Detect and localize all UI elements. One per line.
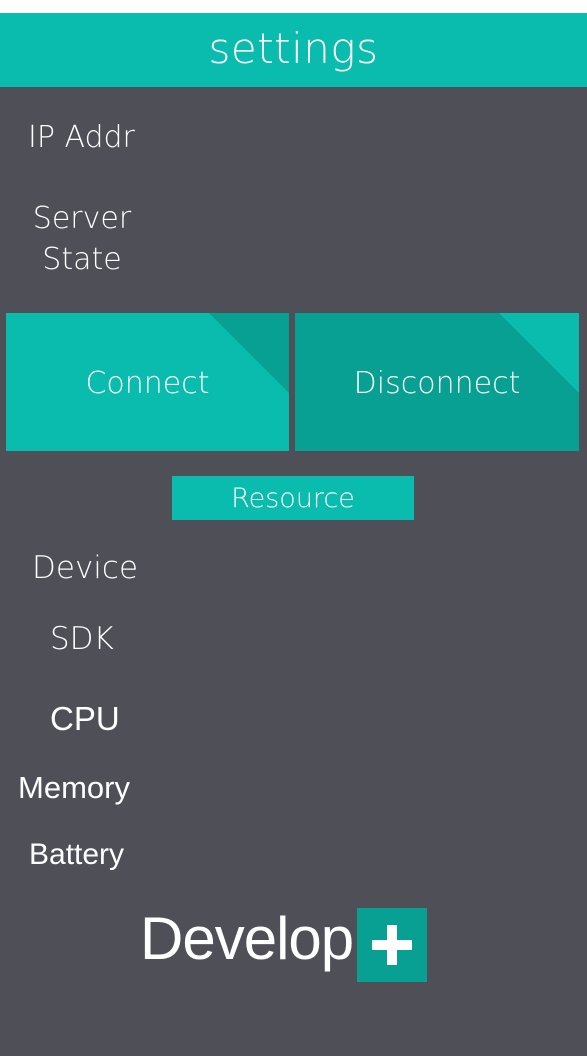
page-title: settings [208,23,379,73]
server-state-label-line1: Server [32,201,132,236]
sdk-label: SDK [50,621,114,657]
settings-screen: settings IP Addr Server State Connect Di… [0,0,587,1056]
battery-label: Battery [29,838,125,871]
disconnect-button-label: Disconnect [353,365,521,401]
device-label: Device [32,550,139,586]
corner-fold-icon [209,313,289,393]
memory-label: Memory [18,770,130,805]
disconnect-button[interactable]: Disconnect [295,313,579,451]
connect-button[interactable]: Connect [6,313,289,451]
resource-title: Resource [231,482,355,514]
resource-section-header: Resource [172,476,414,520]
server-state-label-line2: State [42,242,122,277]
develop-logo: Develop [140,905,428,983]
status-bar-area [0,0,587,13]
plus-icon [357,908,428,982]
header-bar: settings [0,13,587,87]
ip-addr-label: IP Addr [28,120,135,155]
cpu-label: CPU [50,700,120,737]
server-state-label: Server State [32,198,132,280]
connect-button-label: Connect [85,365,210,401]
logo-text: Develop [140,905,354,972]
